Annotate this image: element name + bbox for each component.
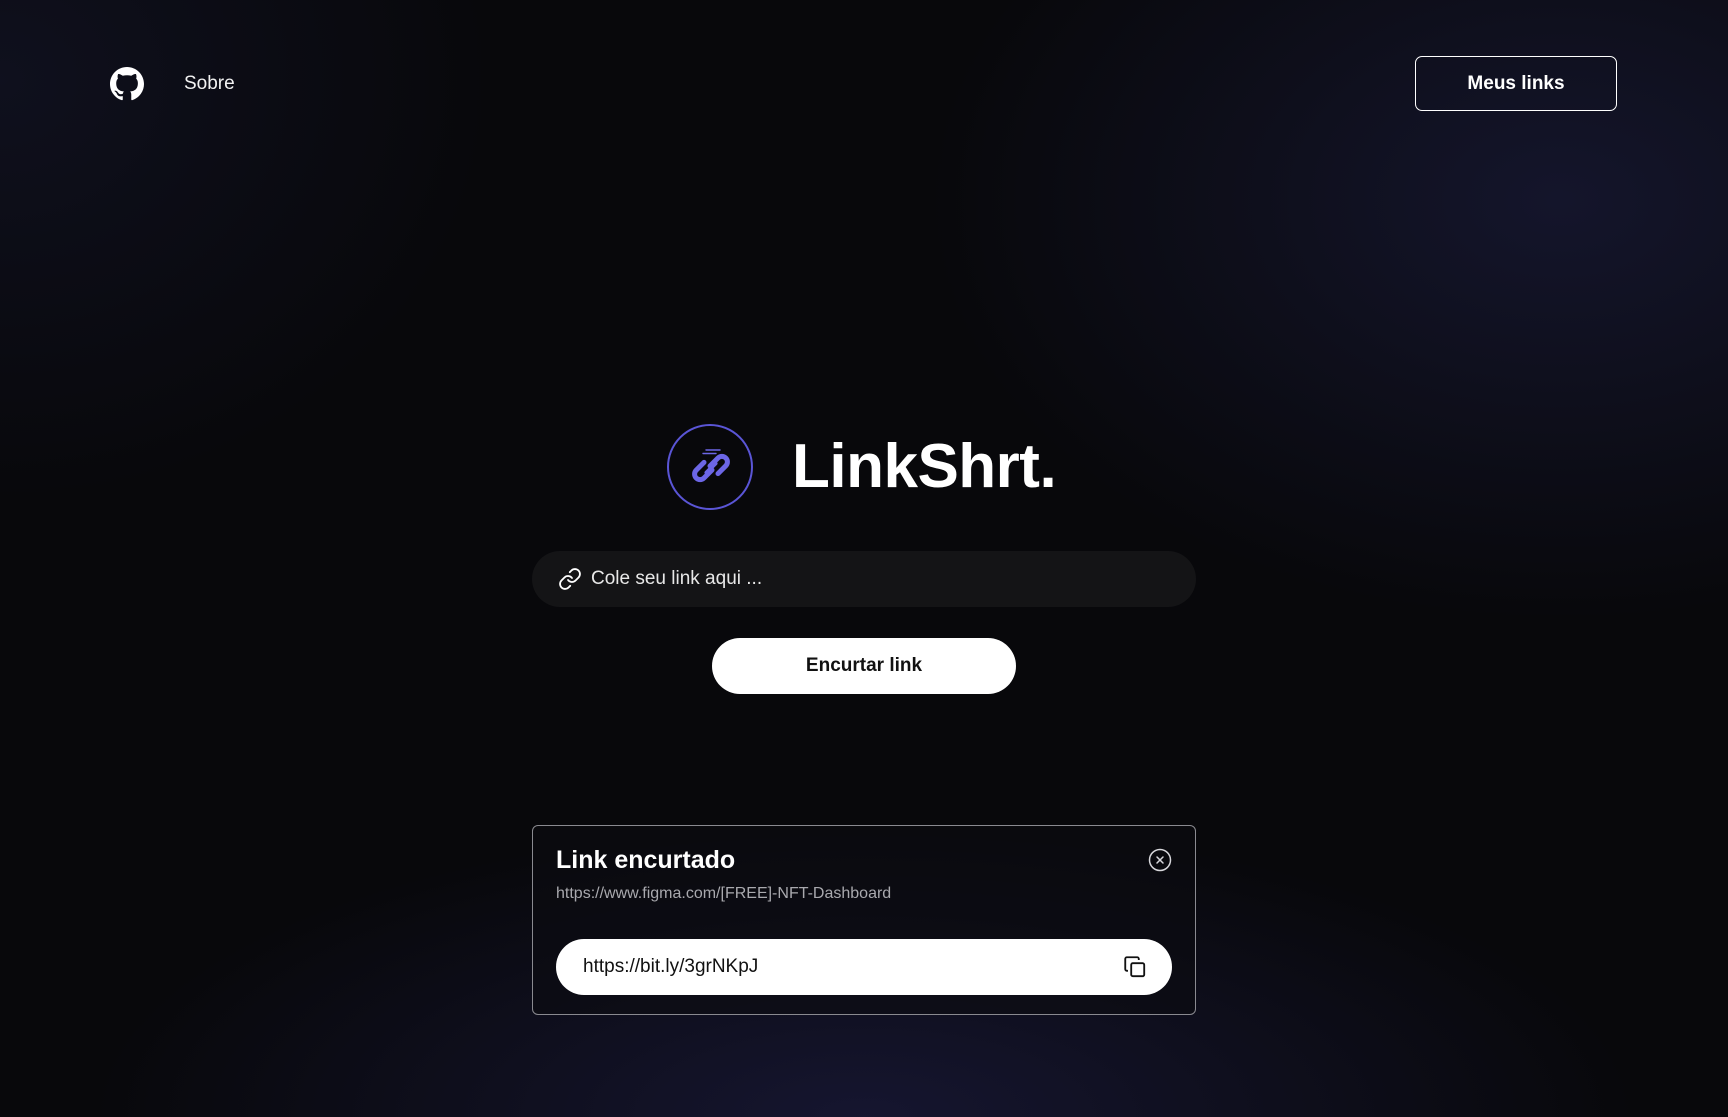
my-links-button[interactable]: Meus links xyxy=(1415,56,1617,111)
close-circle-icon[interactable] xyxy=(1148,848,1172,872)
short-url[interactable]: https://bit.ly/3grNKpJ xyxy=(583,956,1122,978)
result-title: Link encurtado xyxy=(556,846,736,874)
app-title: LinkShrt. xyxy=(792,432,1057,501)
shorten-link-button[interactable]: Encurtar link xyxy=(712,638,1016,694)
short-url-field: https://bit.ly/3grNKpJ xyxy=(556,939,1172,995)
top-nav: Sobre Meus links xyxy=(0,0,1728,170)
url-input-wrapper[interactable] xyxy=(532,551,1196,607)
link-icon xyxy=(558,567,582,591)
nav-about-link[interactable]: Sobre xyxy=(184,73,235,95)
chain-link-icon xyxy=(667,424,753,510)
copy-icon[interactable] xyxy=(1122,954,1148,980)
original-url: https://www.figma.com/[FREE]-NFT-Dashboa… xyxy=(556,885,892,902)
shortened-link-card: Link encurtado https://www.figma.com/[FR… xyxy=(532,825,1196,1015)
brand: LinkShrt. xyxy=(667,424,1057,510)
github-icon[interactable] xyxy=(110,67,144,101)
url-input[interactable] xyxy=(591,551,1196,607)
